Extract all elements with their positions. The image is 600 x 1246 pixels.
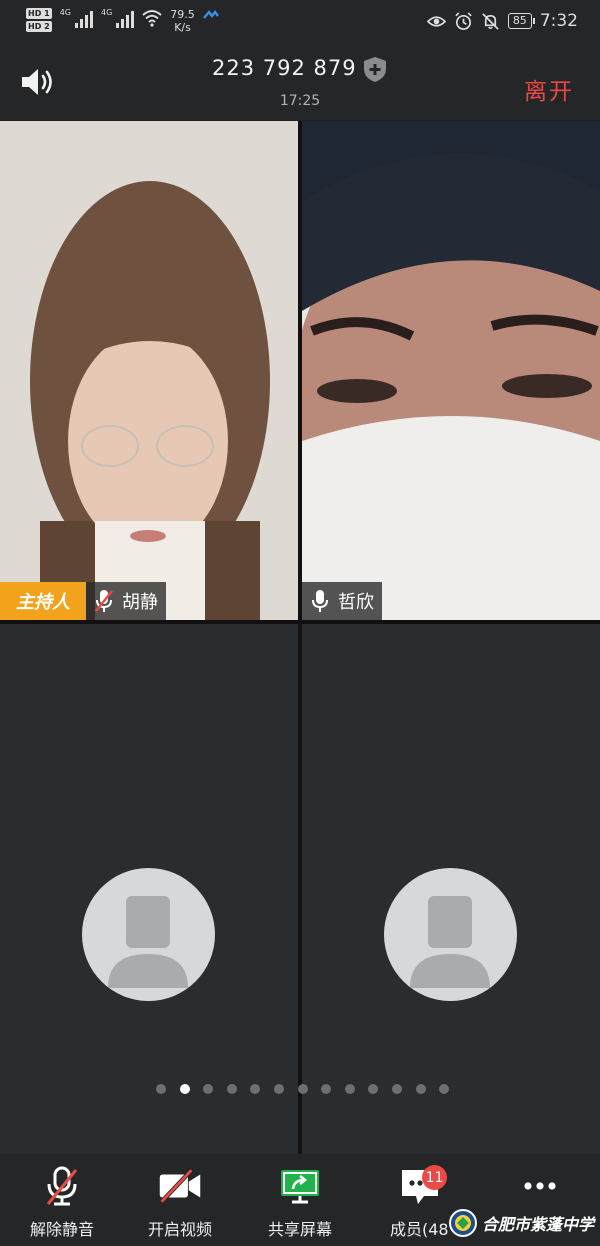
unmute-label: 解除静音 [29,1220,94,1239]
page-dot[interactable] [391,1084,402,1094]
start-video-button[interactable]: 开启视频 [120,1164,240,1240]
participant-name: 哲欣 [338,592,374,613]
battery-indicator: 85 [507,13,535,29]
grid-divider-horizontal [0,620,600,624]
meeting-duration: 17:25 [279,93,321,109]
video-tile-participant[interactable]: 哲欣 [302,121,600,620]
video-tile-host[interactable]: 主持人 胡静 [0,121,298,620]
share-screen-icon [281,1170,319,1204]
page-dot[interactable] [273,1084,284,1094]
participant-video [302,121,600,620]
video-tile-empty[interactable] [302,624,600,1154]
user-silhouette-icon [108,896,188,988]
alarm-icon [455,11,472,30]
start-video-label: 开启视频 [147,1220,212,1239]
grid-divider-vertical [298,121,302,1154]
clock: 7:32 [539,11,578,31]
avatar-placeholder [82,868,215,1001]
security-shield-icon[interactable] [361,55,389,83]
page-indicator[interactable] [0,1084,600,1094]
page-dot[interactable] [321,1084,332,1094]
page-dot[interactable] [344,1084,355,1094]
video-off-icon [159,1168,201,1204]
watermark-text: 合肥市紫蓬中学 [482,1215,595,1234]
network-type-2: 4G [100,8,113,17]
page-dot[interactable] [179,1084,190,1094]
hd-indicator: HD 1 HD 2 [26,8,52,32]
wifi-icon [142,10,162,27]
page-dot[interactable] [250,1084,261,1094]
participant-name-tag: 胡静 [86,582,166,620]
mute-bell-icon [482,12,499,30]
school-logo-icon [449,1209,477,1237]
page-dot[interactable] [415,1084,426,1094]
host-badge: 主持人 [0,582,86,620]
page-dot[interactable] [226,1084,237,1094]
participant-name-tag: 哲欣 [302,582,382,620]
share-screen-button[interactable]: 共享屏幕 [240,1164,360,1240]
mic-muted-icon [95,590,113,612]
status-left: HD 1 HD 2 4G 4G 79.5 K/s [26,8,219,34]
participant-name: 胡静 [122,592,158,613]
app-notification-icon [202,10,219,19]
members-badge: 11 [422,1165,447,1190]
page-dot[interactable] [156,1084,166,1094]
school-watermark: 合肥市紫蓬中学 [448,1208,594,1238]
share-screen-label: 共享屏幕 [267,1220,332,1239]
status-right: 85 7:32 [426,11,578,31]
page-dot[interactable] [368,1084,379,1094]
video-tile-empty[interactable] [0,624,298,1154]
more-button[interactable] [480,1164,600,1208]
leave-button[interactable]: 离开 [524,72,574,106]
status-bar: HD 1 HD 2 4G 4G 79.5 K/s 85 7:32 [0,0,600,46]
meeting-id[interactable]: 223 792 879 [212,56,357,80]
page-dot[interactable] [203,1084,214,1094]
network-speed: 79.5 K/s [170,8,195,34]
hd-label-1: HD 1 [26,8,52,19]
mic-icon [312,590,328,612]
signal-icon [116,8,135,28]
network-type-1: 4G [59,8,71,17]
mic-muted-icon [46,1166,78,1206]
page-dot[interactable] [297,1084,308,1094]
eye-icon [426,15,446,27]
user-silhouette-icon [410,896,490,988]
ellipsis-icon [524,1182,556,1190]
hd-label-2: HD 2 [26,21,52,32]
page-dot[interactable] [439,1084,450,1094]
speed-unit: K/s [174,21,191,34]
unmute-button[interactable]: 解除静音 [2,1164,122,1240]
participant-video [0,121,298,620]
signal-icon [74,8,93,28]
speed-value: 79.5 [170,8,195,21]
meeting-header: 223 792 879 17:25 离开 [0,46,600,120]
avatar-placeholder [384,868,517,1001]
